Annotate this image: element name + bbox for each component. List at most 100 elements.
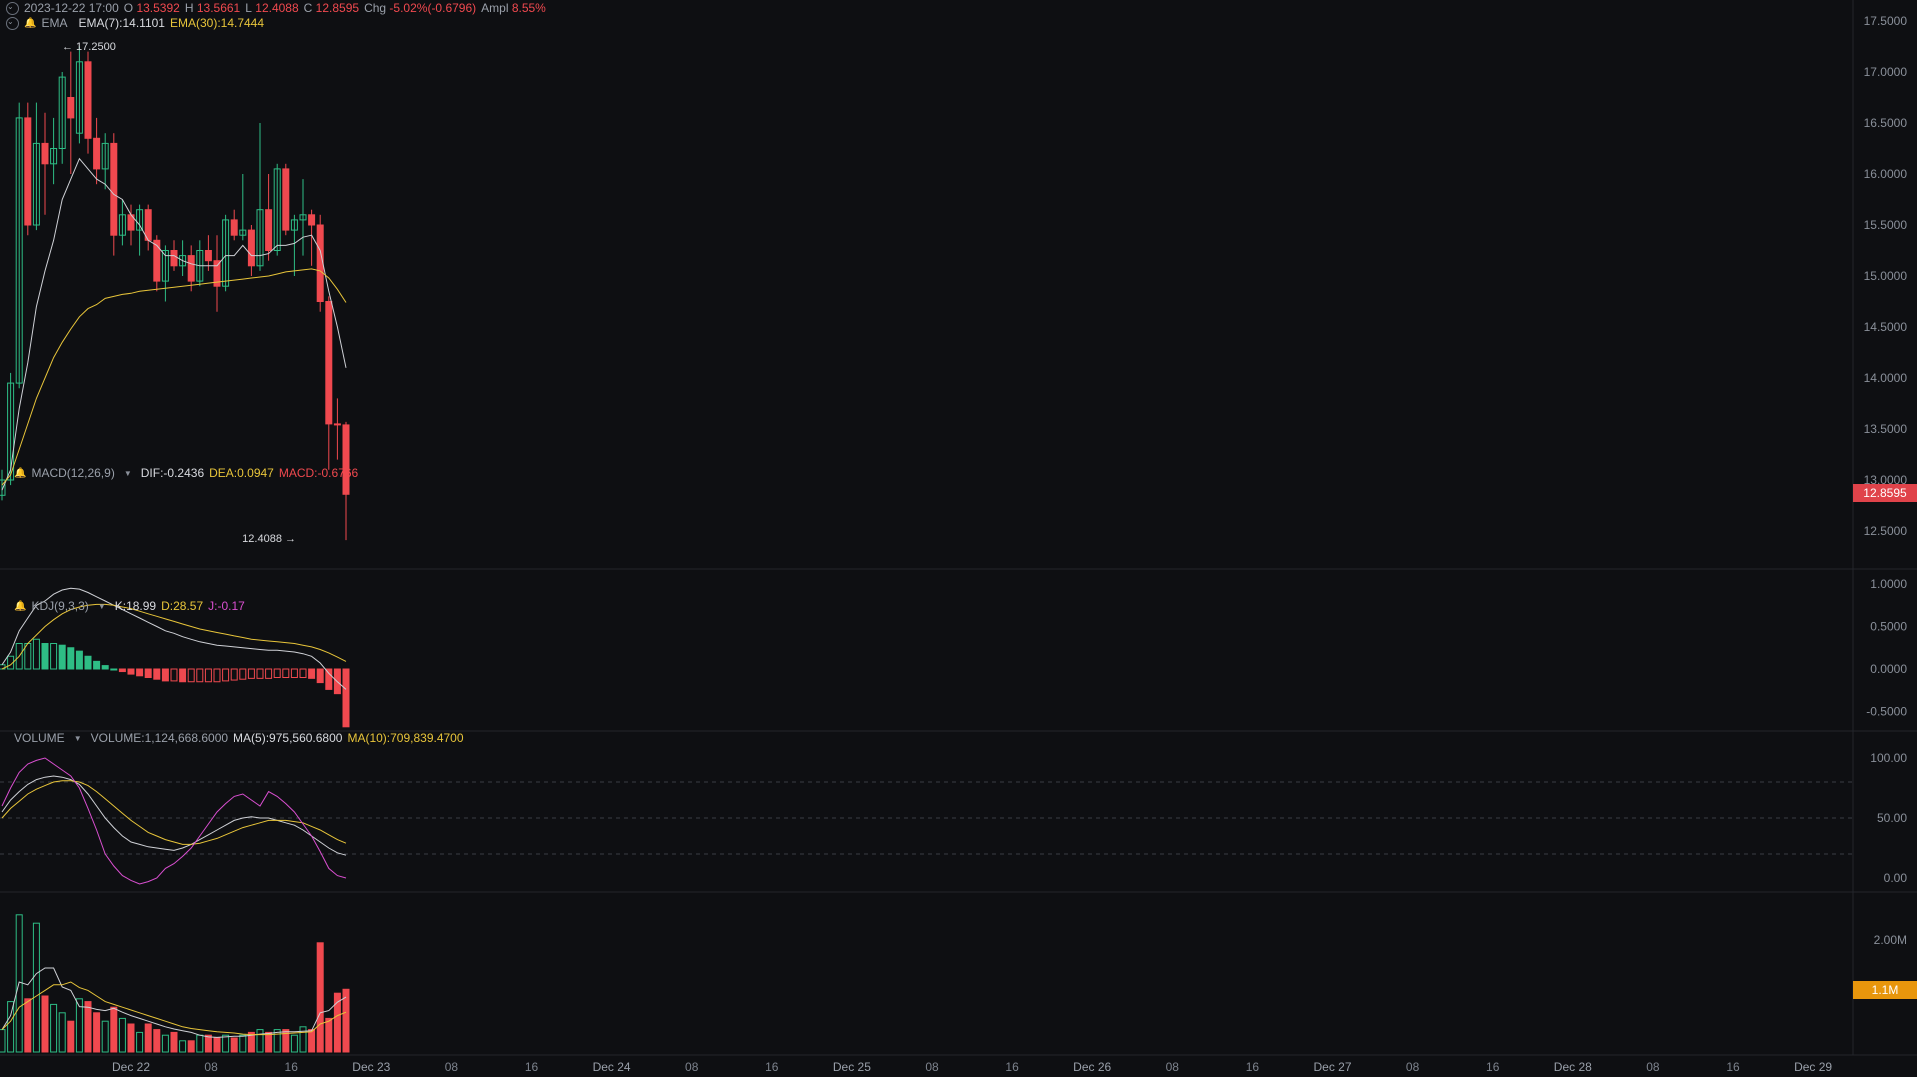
macd-bar-negative <box>265 668 273 679</box>
macd-bar-positive <box>101 665 109 670</box>
ohlc-legend: ⌄ 2023-12-22 17:00 O 13.5392 H 13.5661 L… <box>6 1 546 15</box>
volume-axis-tick: 2.00M <box>1874 933 1907 947</box>
current-price-tag: 12.8595 <box>1853 484 1917 502</box>
kdj-j-value: J:-0.17 <box>208 599 245 613</box>
macd-hist-value: MACD:-0.6766 <box>278 466 359 480</box>
volume-ma10-line <box>1 981 347 1036</box>
collapse-chevron-icon[interactable]: ⌄ <box>6 1 19 15</box>
trading-chart[interactable]: 17.5000 17.0000 16.5000 16.0000 15.5000 15.00… <box>0 0 1917 1077</box>
macd-bar-positive <box>67 647 75 670</box>
volume-bar-down <box>204 1034 212 1053</box>
current-volume-tag: 1.1M <box>1853 981 1917 999</box>
macd-axis-tick: 0.0000 <box>1870 662 1907 676</box>
low-price-marker: 12.4088 → <box>242 533 296 545</box>
macd-bar-negative <box>213 668 221 683</box>
volume-bar-up <box>32 922 40 1053</box>
candle-body-down <box>247 229 255 267</box>
volume-ma5-line <box>1 967 347 1038</box>
candle-body-down <box>204 250 212 262</box>
alert-bell-icon[interactable]: 🔔 <box>14 468 26 479</box>
kdj-k-value: K:18.99 <box>114 599 157 613</box>
volume-bar-down <box>110 1006 118 1053</box>
candle-body-down <box>333 423 341 426</box>
macd-bar-negative <box>222 668 230 682</box>
volume-bar-down <box>24 998 32 1053</box>
volume-bar-down <box>67 1020 75 1053</box>
ema7-value: EMA(7):14.1101 <box>78 16 165 30</box>
time-axis-tick: Dec 27 <box>1313 1060 1351 1074</box>
macd-bar-positive <box>110 668 118 671</box>
price-axis-tick: 16.5000 <box>1864 116 1908 130</box>
time-axis-tick: 08 <box>925 1060 939 1074</box>
time-axis-tick: 16 <box>765 1060 779 1074</box>
volume-indicator-name[interactable]: VOLUME <box>14 731 65 745</box>
ema30-value: EMA(30):14.7444 <box>169 16 265 30</box>
volume-bar-up <box>58 1012 66 1053</box>
time-axis-tick: 08 <box>1166 1060 1180 1074</box>
collapse-chevron-icon[interactable]: ⌄ <box>6 16 19 30</box>
volume-legend: VOLUME ▼ VOLUME:1,124,668.6000 MA(5):975… <box>14 731 464 745</box>
candle-body-down <box>342 424 350 495</box>
kdj-indicator-name[interactable]: KDJ(9,3,3) <box>31 599 88 613</box>
macd-bar-positive <box>50 643 58 670</box>
kdj-axis-tick: 50.00 <box>1877 811 1907 825</box>
macd-bar-positive <box>84 655 92 670</box>
macd-legend: 🔔 MACD(12,26,9) ▼ DIF:-0.2436 DEA:0.0947… <box>14 466 358 480</box>
time-axis-tick: 08 <box>685 1060 699 1074</box>
price-axis-tick: 17.5000 <box>1864 14 1908 28</box>
open-value: 13.5392 <box>136 1 180 15</box>
time-axis-tick: Dec 29 <box>1794 1060 1832 1074</box>
macd-bar-negative <box>196 668 204 683</box>
macd-bar-negative <box>256 668 264 679</box>
low-label: L <box>245 1 252 15</box>
macd-bar-negative <box>316 668 324 684</box>
macd-dif-value: DIF:-0.2436 <box>140 466 205 480</box>
time-axis-tick: 08 <box>1646 1060 1660 1074</box>
macd-bar-negative <box>153 668 161 680</box>
time-axis-tick: 08 <box>445 1060 459 1074</box>
volume-bar-down <box>230 1037 238 1053</box>
macd-axis-tick: -0.5000 <box>1866 705 1907 719</box>
macd-bar-positive <box>58 644 66 670</box>
change-label: Chg <box>364 1 387 15</box>
candle-body-down <box>24 117 32 226</box>
candle-body-down <box>84 61 92 139</box>
change-value: -5.02%(-0.6796) <box>389 1 477 15</box>
alert-bell-icon[interactable]: 🔔 <box>24 18 36 29</box>
volume-bar-up <box>239 1034 247 1053</box>
price-axis-tick: 14.5000 <box>1864 320 1908 334</box>
volume-bar-up <box>136 1031 144 1053</box>
open-label: O <box>123 1 134 15</box>
volume-bar-down <box>144 1023 152 1053</box>
kdj-k-line <box>1 775 347 856</box>
amplitude-value: 8.55% <box>511 1 546 15</box>
time-axis-tick: 16 <box>285 1060 299 1074</box>
price-axis-tick: 15.0000 <box>1864 269 1908 283</box>
macd-bar-positive <box>41 643 49 670</box>
kdj-axis-tick: 100.00 <box>1870 751 1907 765</box>
macd-bar-negative <box>273 668 281 678</box>
chart-canvas[interactable]: 17.5000 17.0000 16.5000 16.0000 15.5000 15.00… <box>0 0 1917 1077</box>
time-axis-tick: 16 <box>525 1060 539 1074</box>
time-axis-tick: 16 <box>1246 1060 1260 1074</box>
kdj-legend: 🔔 KDJ(9,3,3) ▼ K:18.99 D:28.57 J:-0.17 <box>14 599 245 613</box>
ema-legend: ⌄ 🔔 EMA EMA(7):14.1101 EMA(30):14.7444 <box>6 16 264 30</box>
ema-indicator-name[interactable]: EMA <box>41 16 67 30</box>
high-price-marker: ← 17.2500 <box>62 41 116 53</box>
dropdown-caret-icon[interactable]: ▼ <box>124 469 132 478</box>
candle-body-down <box>316 224 324 302</box>
alert-bell-icon[interactable]: 🔔 <box>14 601 26 612</box>
candle-datetime: 2023-12-22 17:00 <box>24 1 119 15</box>
volume-bar-up <box>290 1034 298 1053</box>
macd-bar-negative <box>325 668 333 690</box>
dropdown-caret-icon[interactable]: ▼ <box>74 734 82 743</box>
time-axis-tick: Dec 28 <box>1554 1060 1592 1074</box>
price-axis-tick: 14.0000 <box>1864 371 1908 385</box>
macd-indicator-name[interactable]: MACD(12,26,9) <box>31 466 114 480</box>
time-axis-tick: Dec 22 <box>112 1060 150 1074</box>
dropdown-caret-icon[interactable]: ▼ <box>98 602 106 611</box>
volume-bar-down <box>93 1012 101 1053</box>
candle-body-down <box>325 301 333 425</box>
candle-body-down <box>187 255 195 282</box>
macd-bar-negative <box>230 668 238 681</box>
